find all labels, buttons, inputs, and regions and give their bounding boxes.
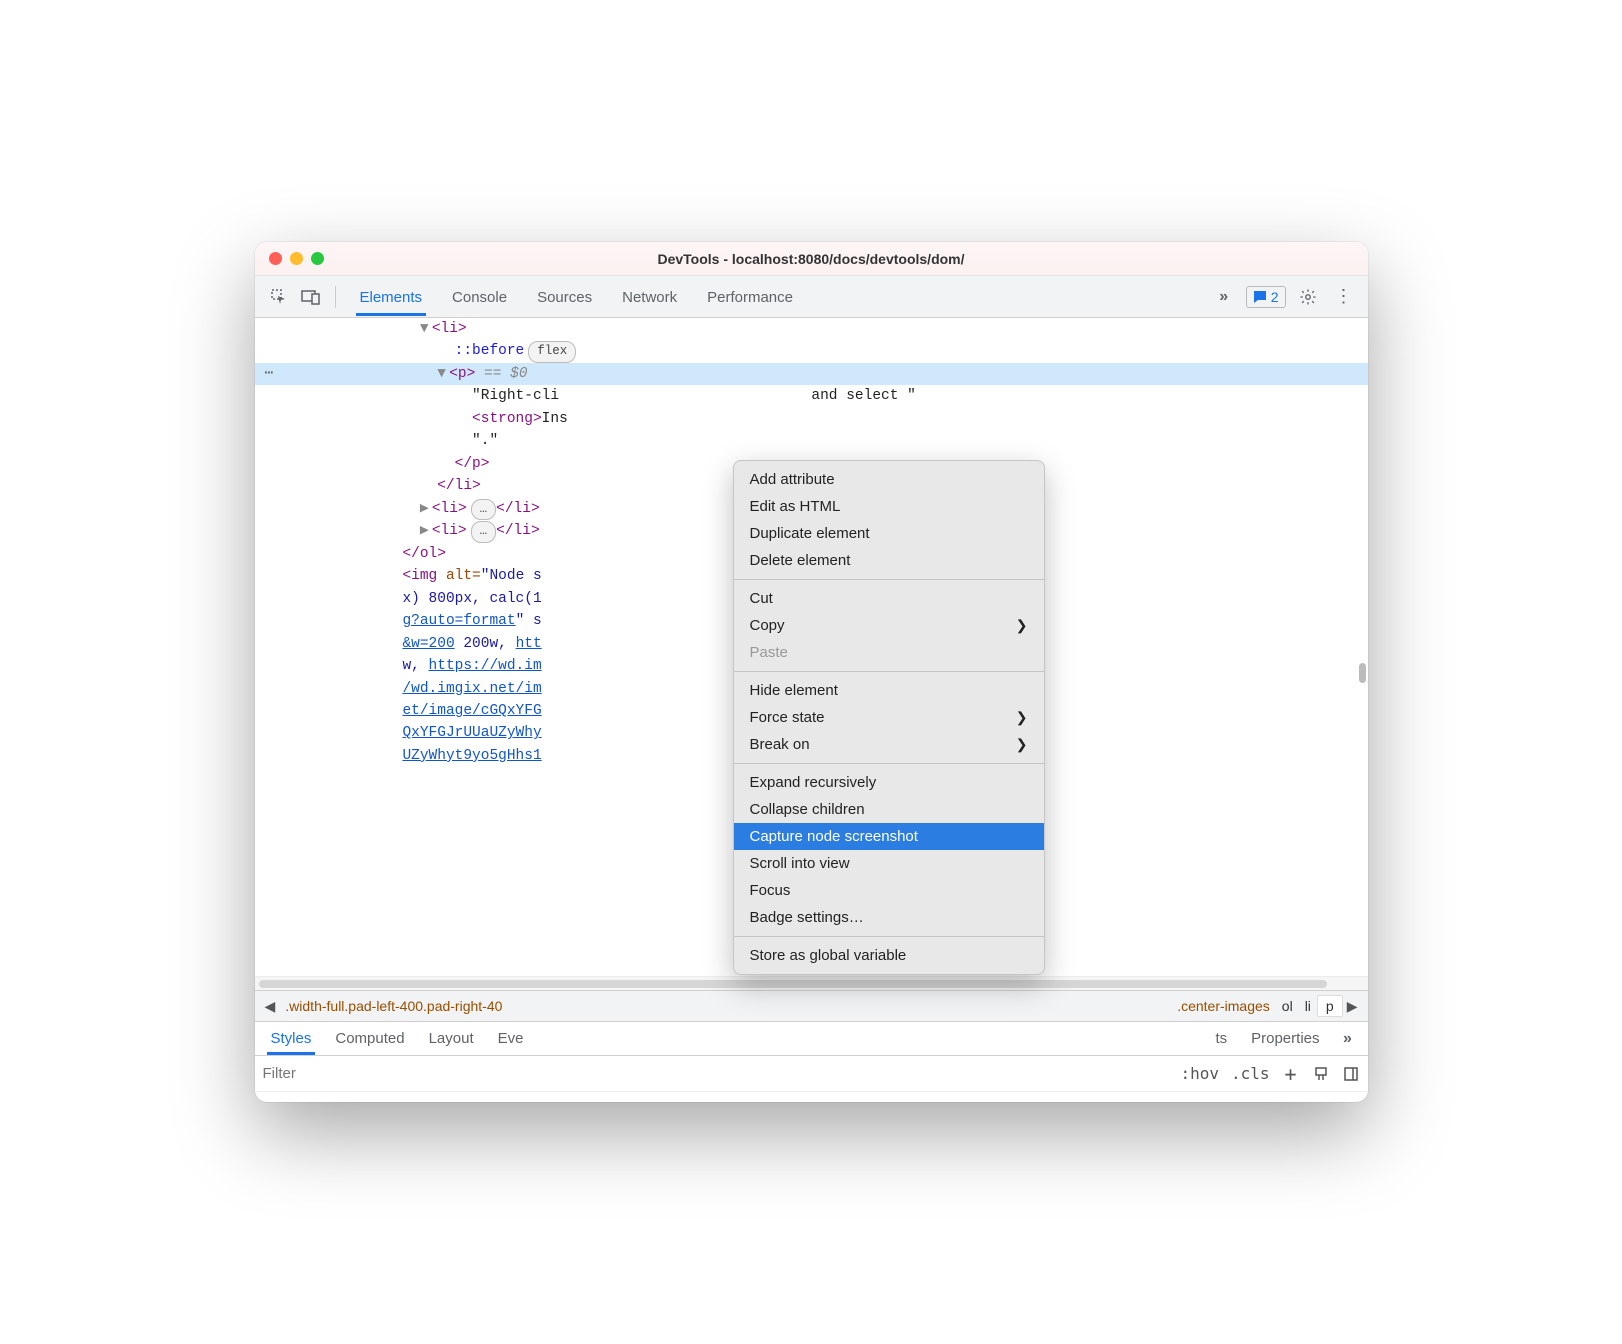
cm-collapse-children[interactable]: Collapse children	[734, 796, 1044, 823]
subtab-event-listeners[interactable]: Eve	[488, 1024, 534, 1053]
tab-sources[interactable]: Sources	[523, 280, 606, 314]
panel-tabs: Elements Console Sources Network Perform…	[346, 280, 808, 314]
cm-hide-element[interactable]: Hide element	[734, 677, 1044, 704]
cm-force-state[interactable]: Force state❯	[734, 704, 1044, 731]
cm-add-attribute[interactable]: Add attribute	[734, 466, 1044, 493]
computed-panel-icon[interactable]	[1342, 1065, 1360, 1083]
cm-edit-as-html[interactable]: Edit as HTML	[734, 493, 1044, 520]
device-toggle-icon[interactable]	[297, 283, 325, 311]
cm-scroll-into-view[interactable]: Scroll into view	[734, 850, 1044, 877]
close-window-button[interactable]	[269, 252, 282, 265]
vertical-scrollbar[interactable]	[1359, 663, 1366, 683]
toolbar-right: » 2 ⋮	[1210, 283, 1358, 311]
breadcrumb-current[interactable]: p	[1317, 995, 1343, 1017]
breadcrumb-item[interactable]: ol	[1276, 998, 1299, 1014]
cm-store-as-global[interactable]: Store as global variable	[734, 942, 1044, 969]
dom-line[interactable]: ▼<li>	[255, 318, 1368, 340]
breadcrumb-next-icon[interactable]: ▶	[1343, 998, 1362, 1015]
hov-toggle[interactable]: :hov	[1180, 1064, 1219, 1083]
styles-subtabs: Styles Computed Layout Eve ts Properties…	[255, 1022, 1368, 1056]
breadcrumb-item[interactable]: li	[1299, 998, 1317, 1014]
more-subtabs-icon[interactable]: »	[1334, 1025, 1362, 1053]
more-tabs-button[interactable]: »	[1210, 283, 1238, 311]
cm-separator	[734, 579, 1044, 580]
new-style-rule-icon[interactable]: +	[1282, 1065, 1300, 1083]
cm-separator	[734, 936, 1044, 937]
styles-pane	[255, 1092, 1368, 1102]
inspect-element-icon[interactable]	[265, 283, 293, 311]
titlebar: DevTools - localhost:8080/docs/devtools/…	[255, 242, 1368, 276]
dom-line[interactable]: "."	[255, 430, 1368, 452]
styles-filter-row: :hov .cls +	[255, 1056, 1368, 1092]
cm-separator	[734, 763, 1044, 764]
cm-focus[interactable]: Focus	[734, 877, 1044, 904]
breadcrumb-item[interactable]: .width-full.pad-left-400.pad-right-40	[279, 998, 508, 1014]
subtab-computed[interactable]: Computed	[325, 1024, 414, 1053]
toolbar-separator	[335, 286, 336, 308]
subtab-layout[interactable]: Layout	[419, 1024, 484, 1053]
cm-paste: Paste	[734, 639, 1044, 666]
subtab-unknown[interactable]: ts	[1205, 1024, 1237, 1053]
breadcrumb-prev-icon[interactable]: ◀	[261, 998, 280, 1015]
chevron-right-icon: ❯	[1016, 617, 1028, 634]
horizontal-scrollbar-track[interactable]	[255, 976, 1368, 990]
cm-separator	[734, 671, 1044, 672]
minimize-window-button[interactable]	[290, 252, 303, 265]
tab-elements[interactable]: Elements	[346, 280, 437, 314]
dom-line[interactable]: ::beforeflex	[255, 340, 1368, 362]
ellipsis-badge[interactable]: …	[471, 521, 497, 542]
tab-network[interactable]: Network	[608, 280, 691, 314]
cm-duplicate-element[interactable]: Duplicate element	[734, 520, 1044, 547]
maximize-window-button[interactable]	[311, 252, 324, 265]
chat-icon	[1253, 290, 1267, 304]
settings-icon[interactable]	[1294, 283, 1322, 311]
subtab-styles[interactable]: Styles	[261, 1024, 322, 1053]
tab-performance[interactable]: Performance	[693, 280, 807, 314]
issues-badge[interactable]: 2	[1246, 286, 1286, 308]
subtab-properties[interactable]: Properties	[1241, 1024, 1329, 1053]
tab-console[interactable]: Console	[438, 280, 521, 314]
dom-line[interactable]: <strong>Ins	[255, 408, 1368, 430]
chevron-right-icon: ❯	[1016, 736, 1028, 753]
dom-selected-row[interactable]: ▼<p> == $0	[255, 363, 1368, 385]
ellipsis-badge[interactable]: …	[471, 499, 497, 520]
flex-badge[interactable]: flex	[528, 341, 576, 362]
window-title: DevTools - localhost:8080/docs/devtools/…	[255, 251, 1368, 267]
main-toolbar: Elements Console Sources Network Perform…	[255, 276, 1368, 318]
context-menu: Add attribute Edit as HTML Duplicate ele…	[733, 460, 1045, 975]
styles-filter-tools: :hov .cls +	[1180, 1064, 1359, 1083]
breadcrumb-item[interactable]: .center-images	[1171, 998, 1276, 1014]
dom-line[interactable]: "Right-cli and select "	[255, 385, 1368, 407]
kebab-menu-icon[interactable]: ⋮	[1330, 283, 1358, 311]
chevron-right-icon: ❯	[1016, 709, 1028, 726]
cm-capture-node-screenshot[interactable]: Capture node screenshot	[734, 823, 1044, 850]
cm-expand-recursively[interactable]: Expand recursively	[734, 769, 1044, 796]
cm-delete-element[interactable]: Delete element	[734, 547, 1044, 574]
cm-badge-settings[interactable]: Badge settings…	[734, 904, 1044, 931]
devtools-window: DevTools - localhost:8080/docs/devtools/…	[255, 242, 1368, 1102]
cm-cut[interactable]: Cut	[734, 585, 1044, 612]
horizontal-scrollbar-thumb[interactable]	[259, 980, 1327, 988]
cm-copy[interactable]: Copy❯	[734, 612, 1044, 639]
traffic-lights	[269, 252, 324, 265]
issues-count: 2	[1271, 289, 1279, 305]
cls-toggle[interactable]: .cls	[1231, 1064, 1270, 1083]
breadcrumb-bar: ◀ .width-full.pad-left-400.pad-right-40 …	[255, 990, 1368, 1022]
cm-break-on[interactable]: Break on❯	[734, 731, 1044, 758]
brush-icon[interactable]	[1312, 1065, 1330, 1083]
styles-filter-input[interactable]	[263, 1065, 1171, 1082]
